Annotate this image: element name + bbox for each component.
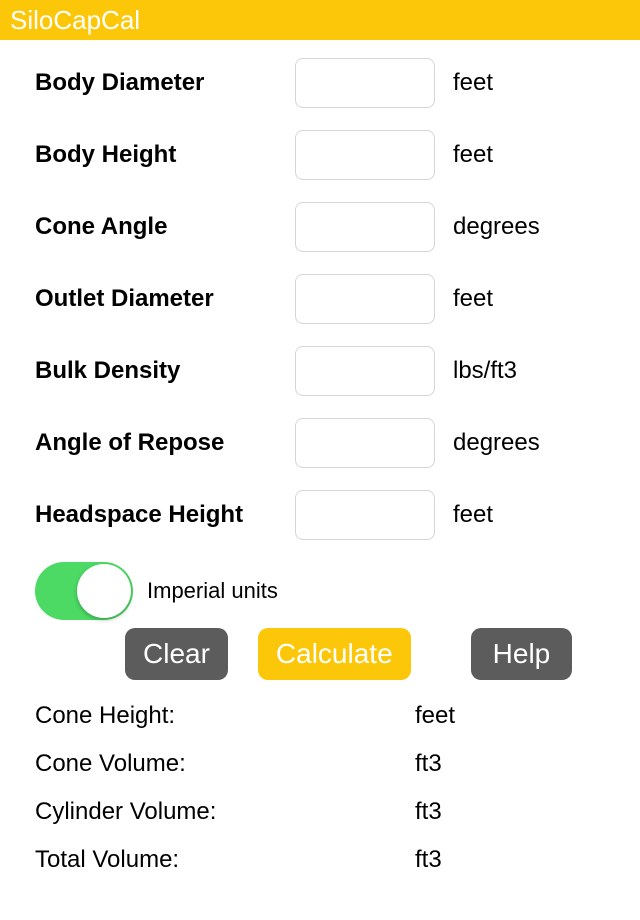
body-height-input[interactable]: [295, 130, 435, 180]
cone-height-unit: feet: [415, 702, 455, 730]
headspace-height-label: Headspace Height: [35, 501, 295, 529]
outlet-diameter-label: Outlet Diameter: [35, 285, 295, 313]
units-toggle-label: Imperial units: [147, 578, 278, 604]
body-height-unit: feet: [453, 141, 493, 169]
headspace-height-unit: feet: [453, 501, 493, 529]
cone-height-label: Cone Height:: [35, 702, 415, 730]
bulk-density-label: Bulk Density: [35, 357, 295, 385]
output-row-total-volume: Total Volume: ft3: [35, 846, 605, 874]
toggle-knob: [77, 564, 131, 618]
cone-volume-unit: ft3: [415, 750, 442, 778]
outlet-diameter-input[interactable]: [295, 274, 435, 324]
app-header: SiloCapCal: [0, 0, 640, 40]
clear-button[interactable]: Clear: [125, 628, 228, 680]
body-diameter-label: Body Diameter: [35, 69, 295, 97]
angle-of-repose-label: Angle of Repose: [35, 429, 295, 457]
cone-angle-input[interactable]: [295, 202, 435, 252]
total-volume-unit: ft3: [415, 846, 442, 874]
app-title: SiloCapCal: [10, 5, 140, 36]
units-toggle-row: Imperial units: [35, 562, 605, 620]
input-row-body-diameter: Body Diameter feet: [35, 58, 605, 108]
total-volume-label: Total Volume:: [35, 846, 415, 874]
output-row-cylinder-volume: Cylinder Volume: ft3: [35, 798, 605, 826]
units-toggle[interactable]: [35, 562, 133, 620]
input-row-headspace-height: Headspace Height feet: [35, 490, 605, 540]
input-row-body-height: Body Height feet: [35, 130, 605, 180]
cone-volume-label: Cone Volume:: [35, 750, 415, 778]
body-height-label: Body Height: [35, 141, 295, 169]
main-content: Body Diameter feet Body Height feet Cone…: [0, 40, 640, 874]
angle-of-repose-input[interactable]: [295, 418, 435, 468]
help-button[interactable]: Help: [471, 628, 573, 680]
body-diameter-input[interactable]: [295, 58, 435, 108]
input-row-cone-angle: Cone Angle degrees: [35, 202, 605, 252]
bulk-density-input[interactable]: [295, 346, 435, 396]
body-diameter-unit: feet: [453, 69, 493, 97]
cylinder-volume-label: Cylinder Volume:: [35, 798, 415, 826]
headspace-height-input[interactable]: [295, 490, 435, 540]
input-row-outlet-diameter: Outlet Diameter feet: [35, 274, 605, 324]
input-row-bulk-density: Bulk Density lbs/ft3: [35, 346, 605, 396]
outlet-diameter-unit: feet: [453, 285, 493, 313]
cone-angle-unit: degrees: [453, 213, 540, 241]
calculate-button[interactable]: Calculate: [258, 628, 411, 680]
output-row-cone-volume: Cone Volume: ft3: [35, 750, 605, 778]
bulk-density-unit: lbs/ft3: [453, 357, 517, 385]
button-row: Clear Calculate Help: [35, 628, 605, 680]
cone-angle-label: Cone Angle: [35, 213, 295, 241]
angle-of-repose-unit: degrees: [453, 429, 540, 457]
output-row-cone-height: Cone Height: feet: [35, 702, 605, 730]
cylinder-volume-unit: ft3: [415, 798, 442, 826]
input-row-angle-of-repose: Angle of Repose degrees: [35, 418, 605, 468]
